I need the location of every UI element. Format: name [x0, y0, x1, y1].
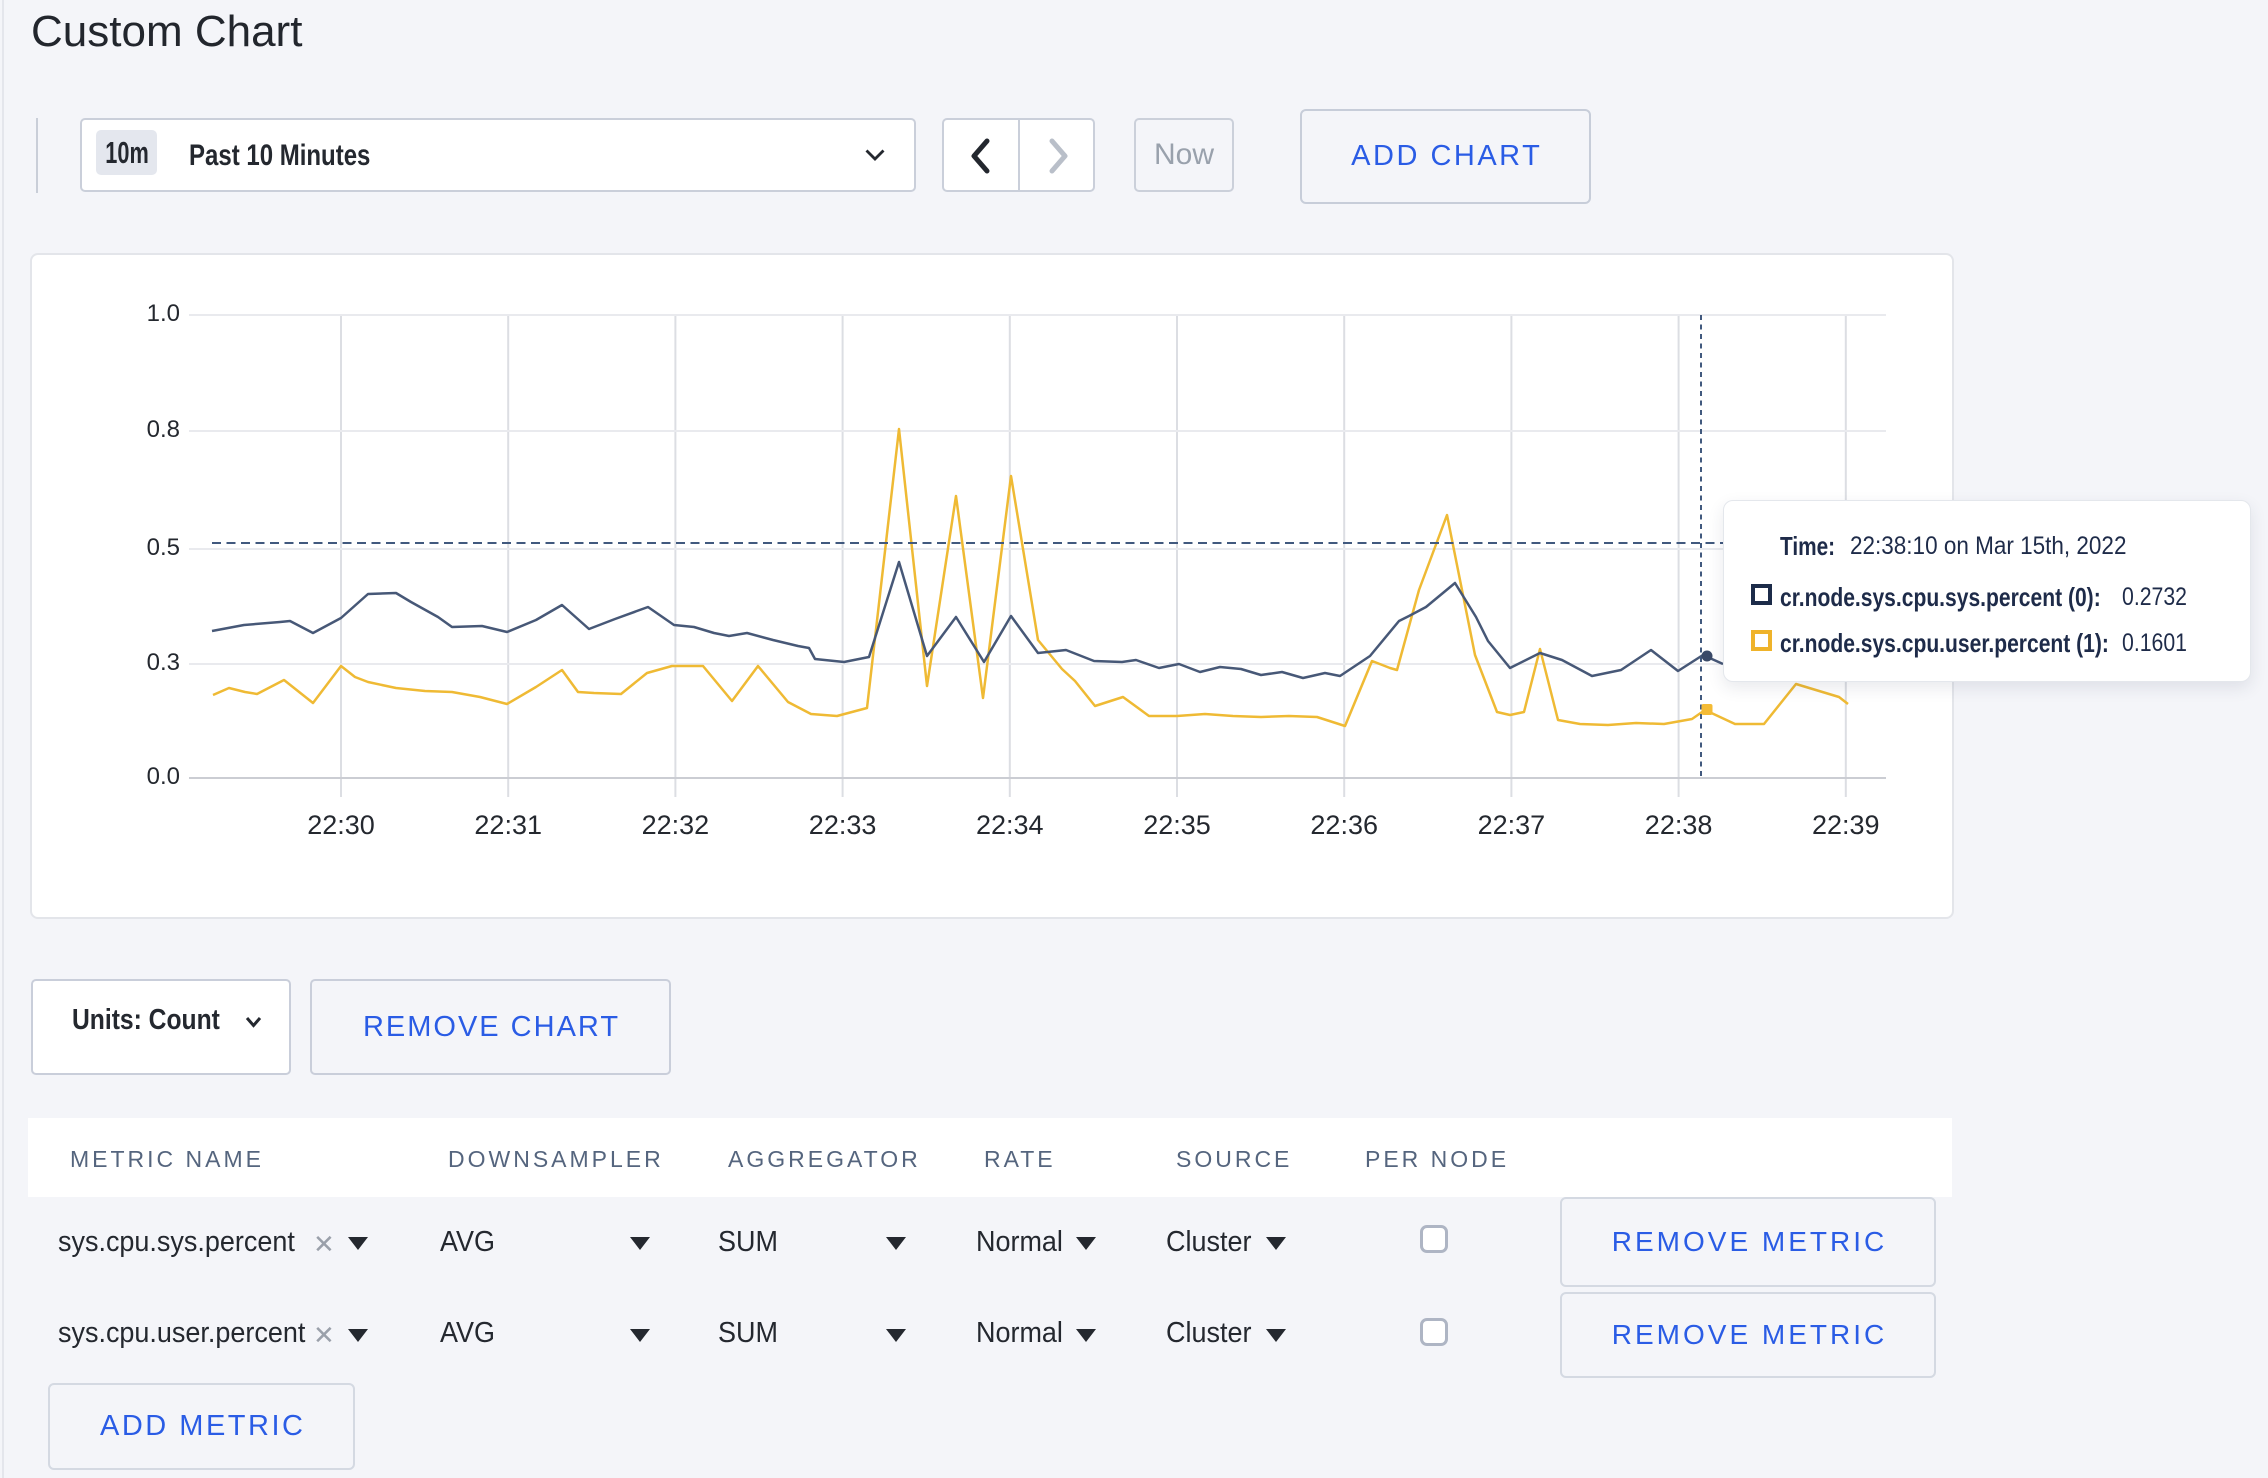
- svg-text:22:36: 22:36: [1310, 810, 1378, 840]
- svg-text:22:31: 22:31: [474, 810, 542, 840]
- svg-text:22:34: 22:34: [976, 810, 1044, 840]
- svg-text:1.0: 1.0: [147, 300, 180, 327]
- svg-text:0.0: 0.0: [147, 763, 180, 790]
- svg-text:22:30: 22:30: [307, 810, 375, 840]
- svg-text:22:32: 22:32: [642, 810, 710, 840]
- svg-text:22:37: 22:37: [1478, 810, 1546, 840]
- svg-text:22:33: 22:33: [809, 810, 877, 840]
- svg-text:0.5: 0.5: [147, 534, 180, 561]
- svg-text:0.8: 0.8: [147, 416, 180, 443]
- svg-text:0.3: 0.3: [147, 649, 180, 676]
- svg-text:22:38: 22:38: [1645, 810, 1713, 840]
- svg-text:22:39: 22:39: [1812, 810, 1880, 840]
- svg-text:22:35: 22:35: [1143, 810, 1211, 840]
